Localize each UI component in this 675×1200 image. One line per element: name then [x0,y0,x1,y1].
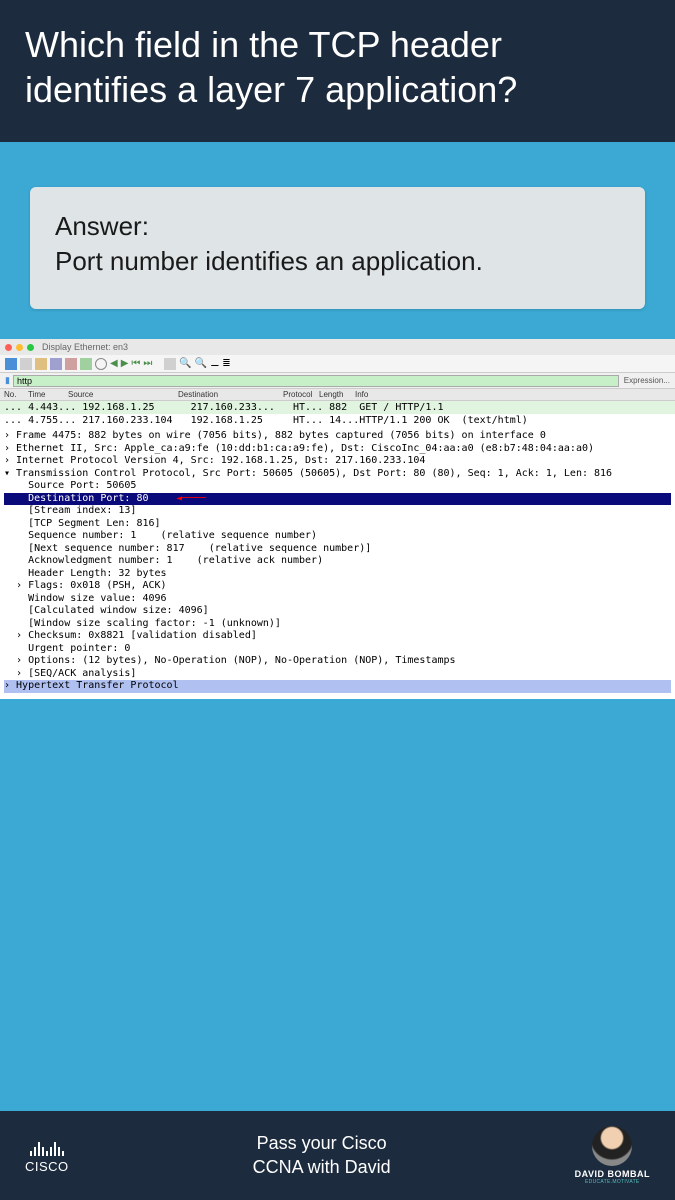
avatar-icon [592,1126,632,1166]
detail-line[interactable]: › Frame 4475: 882 bytes on wire (7056 bi… [4,430,671,443]
detail-line[interactable]: [Next sequence number: 817 (relative seq… [4,543,671,556]
cisco-text: CISCO [25,1159,69,1174]
zoom-icon[interactable] [27,344,34,351]
detail-line[interactable]: [Window size scaling factor: -1 (unknown… [4,618,671,631]
detail-line[interactable]: [Stream index: 13] [4,505,671,518]
col-source[interactable]: Source [68,390,178,399]
detail-line[interactable]: › Internet Protocol Version 4, Src: 192.… [4,455,671,468]
question-text: Which field in the TCP header identifies… [25,24,517,110]
nav-forward-icon[interactable]: ▶ [121,358,129,369]
window-controls [5,344,34,351]
detail-line[interactable]: Sequence number: 1 (relative sequence nu… [4,530,671,543]
interfaces-icon[interactable] [5,358,17,370]
zoom-in-icon[interactable]: 🔍 [179,358,191,369]
detail-line[interactable]: › Flags: 0x018 (PSH, ACK) [4,580,671,593]
packet-row[interactable]: ... 4.443... 192.168.1.25 217.160.233...… [0,401,675,414]
save-icon[interactable] [50,358,62,370]
jump-first-icon[interactable]: ⏮ [131,358,140,369]
footer-line2: CCNA with David [253,1156,391,1179]
detail-line[interactable]: Urgent pointer: 0 [4,643,671,656]
detail-line[interactable]: [TCP Segment Len: 816] [4,518,671,531]
detail-line[interactable]: Source Port: 50605 [4,480,671,493]
question-header: Which field in the TCP header identifies… [0,0,675,142]
packet-details[interactable]: › Frame 4475: 882 bytes on wire (7056 bi… [0,427,675,699]
find-icon[interactable] [95,358,107,370]
resize-cols-icon[interactable]: ≣ [222,358,230,369]
answer-label: Answer: [55,209,620,244]
detail-line[interactable]: [Calculated window size: 4096] [4,605,671,618]
detail-line[interactable]: › Ethernet II, Src: Apple_ca:a9:fe (10:d… [4,443,671,456]
detail-line[interactable]: Header Length: 32 bytes [4,568,671,581]
footer: CISCO Pass your Cisco CCNA with David DA… [0,1111,675,1200]
wireshark-window: Display Ethernet: en3 ◀ ▶ ⏮ ⏭ 🔍 🔍 ⚊ ≣ ▮ … [0,339,675,699]
detail-line[interactable]: Window size value: 4096 [4,593,671,606]
open-icon[interactable] [35,358,47,370]
filter-bar: ▮ Expression... [0,373,675,389]
detail-line[interactable]: ▾ Transmission Control Protocol, Src Por… [4,468,671,481]
zoom-out-icon[interactable]: 🔍 [195,358,207,369]
packet-row[interactable]: ... 4.755... 217.160.233.104 192.168.1.2… [0,414,675,427]
spacer [0,699,675,1111]
col-time[interactable]: Time [28,390,68,399]
answer-box: Answer: Port number identifies an applic… [30,187,645,309]
minimize-icon[interactable] [16,344,23,351]
detail-line[interactable]: › Options: (12 bytes), No-Operation (NOP… [4,655,671,668]
david-bombal-logo: DAVID BOMBAL EDUCATE.MOTIVATE [575,1126,650,1185]
filter-icon[interactable]: ▮ [5,375,10,386]
packet-list[interactable]: ... 4.443... 192.168.1.25 217.160.233...… [0,401,675,427]
col-no[interactable]: No. [4,390,28,399]
col-protocol[interactable]: Protocol [283,390,319,399]
packet-list-header: No. Time Source Destination Protocol Len… [0,389,675,401]
detail-line[interactable]: › Checksum: 0x8821 [validation disabled] [4,630,671,643]
col-info[interactable]: Info [355,390,374,399]
toolbar: ◀ ▶ ⏮ ⏭ 🔍 🔍 ⚊ ≣ [0,355,675,373]
answer-text: Port number identifies an application. [55,244,620,279]
close-file-icon[interactable] [65,358,77,370]
titlebar: Display Ethernet: en3 [0,339,675,355]
answer-container: Answer: Port number identifies an applic… [0,142,675,339]
detail-line[interactable]: Acknowledgment number: 1 (relative ack n… [4,555,671,568]
david-name: DAVID BOMBAL [575,1169,650,1179]
col-destination[interactable]: Destination [178,390,283,399]
cisco-bars-icon [30,1138,64,1156]
col-length[interactable]: Length [319,390,355,399]
cisco-logo: CISCO [25,1138,69,1174]
david-tagline: EDUCATE.MOTIVATE [585,1179,640,1185]
highlight-arrow-icon: ◄──── [176,493,206,506]
close-icon[interactable] [5,344,12,351]
detail-line[interactable]: › Hypertext Transfer Protocol [4,680,671,693]
expression-button[interactable]: Expression... [624,376,670,385]
detail-line[interactable]: › [SEQ/ACK analysis] [4,668,671,681]
window-title: Display Ethernet: en3 [42,342,128,352]
filter-input[interactable] [13,375,619,387]
footer-line1: Pass your Cisco [253,1132,391,1155]
jump-last-icon[interactable]: ⏭ [143,358,152,369]
footer-tagline: Pass your Cisco CCNA with David [253,1132,391,1179]
detail-line[interactable]: Destination Port: 80◄──── [4,493,671,506]
zoom-reset-icon[interactable]: ⚊ [210,358,219,369]
nav-back-icon[interactable]: ◀ [110,358,118,369]
reload-icon[interactable] [80,358,92,370]
options-icon[interactable] [20,358,32,370]
colorize-icon[interactable] [164,358,176,370]
